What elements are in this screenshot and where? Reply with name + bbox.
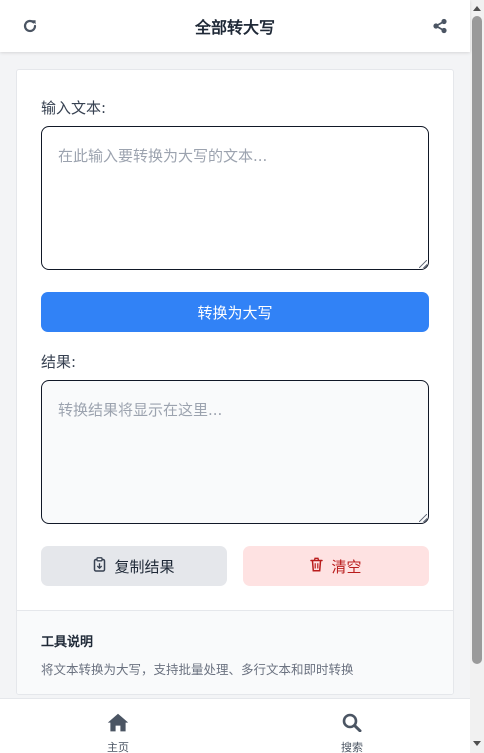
converter-card: 输入文本: 转换为大写 结果: 复制结果 <box>16 69 454 695</box>
copy-result-label: 复制结果 <box>114 557 175 576</box>
home-icon <box>107 713 129 736</box>
bottom-nav: 主页 搜索 <box>0 698 470 753</box>
result-textarea[interactable] <box>41 380 429 524</box>
clipboard-icon <box>93 556 106 576</box>
clear-label: 清空 <box>331 557 362 576</box>
scroll-down-arrow-icon[interactable] <box>473 741 481 746</box>
tool-info-section: 工具说明 将文本转换为大写，支持批量处理、多行文本和即时转换 <box>17 610 453 694</box>
page-scrollbar[interactable] <box>470 0 484 753</box>
refresh-icon[interactable] <box>20 16 40 36</box>
clear-button[interactable]: 清空 <box>243 546 429 586</box>
tool-info-title: 工具说明 <box>41 635 94 650</box>
convert-button[interactable]: 转换为大写 <box>41 292 429 332</box>
nav-label-home: 主页 <box>107 741 129 753</box>
result-label: 结果: <box>41 353 77 371</box>
share-icon[interactable] <box>430 16 450 36</box>
tool-info-description: 将文本转换为大写，支持批量处理、多行文本和即时转换 <box>41 662 354 677</box>
nav-item-home[interactable]: 主页 <box>88 713 148 753</box>
input-label: 输入文本: <box>41 99 107 117</box>
app-root: 全部转大写 输入文本: 转换为大写 结果: <box>0 0 470 753</box>
nav-item-search[interactable]: 搜索 <box>322 713 382 753</box>
nav-label-search: 搜索 <box>341 741 363 753</box>
trash-icon <box>310 557 324 576</box>
top-bar: 全部转大写 <box>0 0 470 52</box>
input-textarea[interactable] <box>41 126 429 270</box>
page-title: 全部转大写 <box>194 18 275 37</box>
scroll-thumb[interactable] <box>472 16 482 664</box>
search-icon <box>342 713 362 736</box>
scroll-up-arrow-icon[interactable] <box>473 6 481 11</box>
copy-result-button[interactable]: 复制结果 <box>41 546 227 586</box>
